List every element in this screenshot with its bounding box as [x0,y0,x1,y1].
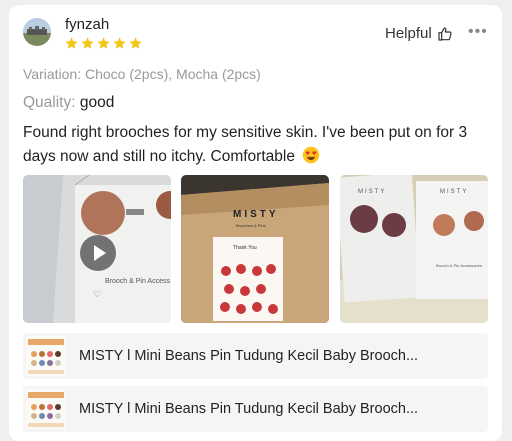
sticker-text: Thank You [233,245,257,251]
card-brand: MISTY [440,189,468,195]
helpful-label: Helpful [385,25,432,42]
star-icon [97,37,110,49]
box-brand: MISTY [233,209,279,220]
star-rating [64,36,143,51]
more-options-button[interactable]: ••• [468,23,488,41]
star-icon [113,37,126,49]
card-text: Brooch & Pin Accessories [436,263,482,268]
product-name: MISTY l Mini Beans Pin Tudung Kecil Baby… [79,348,419,364]
thumbs-up-icon [438,26,452,41]
quality-label: Quality: [23,94,76,111]
heart-eyes-emoji-icon [303,146,320,164]
box-image: MISTY Brooches & Pins Thank You [181,175,329,323]
review-image-thumbnail[interactable]: MISTY Brooches & Pins Thank You [181,175,329,323]
review-image-thumbnail[interactable]: MISTY MISTY Brooch & Pin Accessories [340,175,488,323]
product-thumbnail [26,336,66,376]
brooch-card-image: MISTY MISTY Brooch & Pin Accessories [340,175,488,323]
review-card: fynzah Helpful ••• Variation: Choco (2pc… [9,5,502,441]
svg-text:♡: ♡ [93,289,101,299]
variation-text: Variation: Choco (2pcs), Mocha (2pcs) [23,66,261,82]
card-text: Brooch & Pin Access [105,278,170,285]
product-name: MISTY l Mini Beans Pin Tudung Kecil Baby… [79,401,419,417]
quality-row: Quality: good [23,94,114,112]
product-link[interactable]: MISTY l Mini Beans Pin Tudung Kecil Baby… [23,386,488,432]
username: fynzah [65,16,110,33]
review-video-thumbnail[interactable]: Brooch & Pin Access ♡ [23,175,171,323]
star-icon [81,37,94,49]
star-icon [65,37,78,49]
product-link[interactable]: MISTY l Mini Beans Pin Tudung Kecil Baby… [23,333,488,379]
play-button[interactable] [80,235,116,271]
user-avatar[interactable] [23,18,51,46]
box-tagline: Brooches & Pins [236,223,266,228]
helpful-button[interactable]: Helpful [385,25,453,42]
review-text: Found right brooches for my sensitive sk… [23,124,468,165]
svg-text:MISTY: MISTY [358,189,386,195]
star-icon [129,37,142,49]
product-thumbnail [26,389,66,429]
review-text-block: Found right brooches for my sensitive sk… [23,121,493,169]
quality-value: good [79,94,115,111]
play-icon [94,245,106,261]
